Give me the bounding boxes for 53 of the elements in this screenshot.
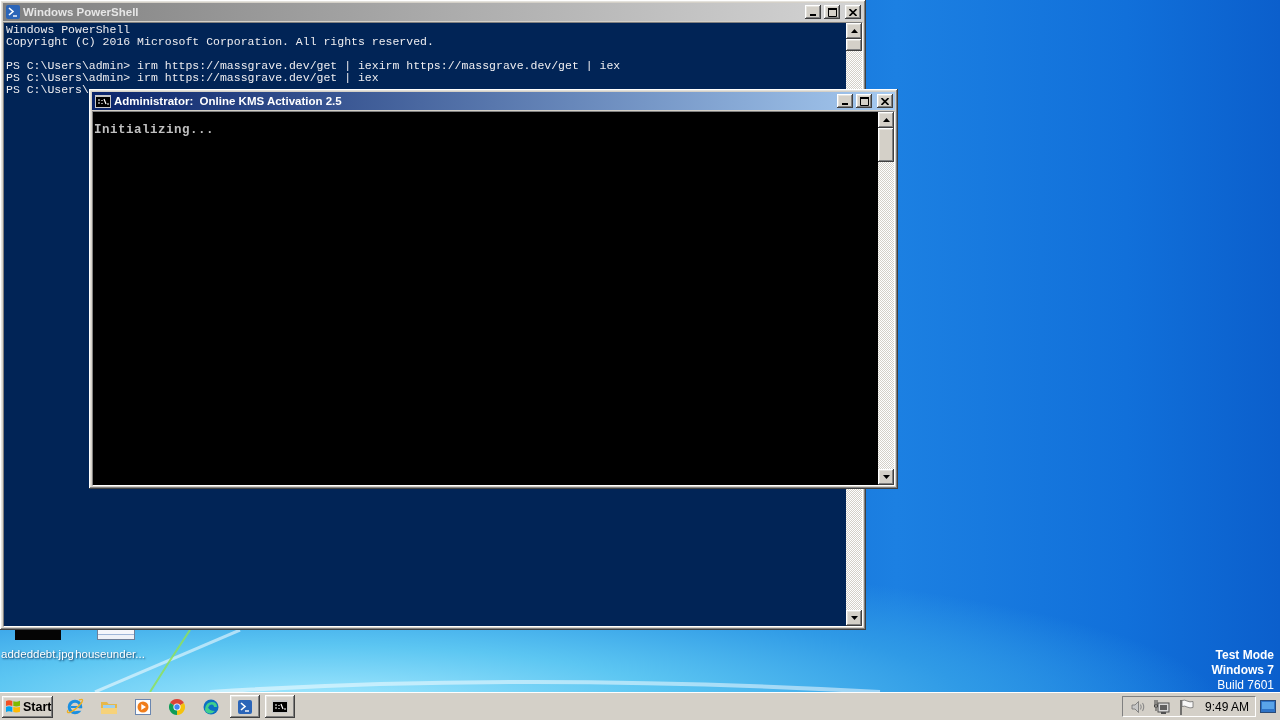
swirl-icon (203, 698, 219, 715)
screen-icon (1260, 700, 1276, 713)
maximize-icon (859, 96, 869, 106)
scrollbar-thumb[interactable] (846, 39, 862, 51)
document-icon[interactable] (97, 630, 135, 640)
console-icon (95, 94, 111, 108)
os-mode-text: Test Mode (1215, 648, 1274, 663)
window-title: Administrator: Online KMS Activation 2.5 (114, 94, 342, 108)
prompt-icon (6, 5, 20, 19)
speaker-icon (1131, 699, 1146, 714)
window-flag-icon (5, 699, 21, 714)
down-arrow-icon (882, 475, 890, 479)
scrollbar-thumb[interactable] (878, 128, 894, 162)
close-button[interactable] (877, 94, 893, 108)
maximize-button[interactable] (824, 5, 840, 19)
close-icon (881, 97, 889, 105)
minimize-icon (842, 103, 848, 105)
scroll-up-button[interactable] (846, 23, 862, 39)
clock-text[interactable]: 9:49 AM (1204, 699, 1249, 714)
flag-icon (1179, 698, 1194, 715)
console-line: PS C:\Users\admin> irm https://massgrave.dev/get | iex (6, 72, 379, 84)
console-icon (272, 700, 288, 713)
monitor-icon (1154, 698, 1170, 715)
window-title: Windows PowerShell (23, 5, 139, 19)
maximize-button[interactable] (856, 94, 872, 108)
taskbar-button[interactable] (230, 695, 260, 718)
minimize-button[interactable] (805, 5, 821, 19)
scroll-down-button[interactable] (878, 469, 894, 485)
start-button[interactable]: Start (2, 695, 53, 718)
scroll-up-button[interactable] (878, 112, 894, 128)
e-logo-icon (66, 698, 84, 715)
console-line: Windows PowerShell (6, 24, 131, 36)
prompt-icon (238, 699, 252, 714)
up-arrow-icon (850, 29, 858, 33)
down-arrow-icon (850, 616, 858, 620)
segmented-circle-icon (169, 698, 185, 715)
minimize-button[interactable] (837, 94, 853, 108)
console-line: Copyright (C) 2016 Microsoft Corporation. All rights reserved. (6, 36, 434, 48)
os-edition-text: Windows 7 (1211, 663, 1274, 678)
console-line: Initializing... (94, 124, 215, 136)
os-build-text: Build 7601 (1217, 678, 1274, 692)
console-line: PS C:\Users\ (6, 84, 89, 96)
taskbar-button[interactable] (265, 695, 295, 718)
close-button[interactable] (845, 5, 861, 19)
image-thumbnail-icon[interactable] (14, 630, 61, 640)
play-icon (135, 698, 151, 715)
console-line: PS C:\Users\admin> irm https://massgrave.dev/get | iexirm https://massgrave.dev/get | iex (6, 60, 621, 72)
scroll-down-button[interactable] (846, 610, 862, 626)
minimize-icon (810, 14, 816, 16)
maximize-icon (827, 7, 837, 17)
close-icon (849, 8, 857, 16)
up-arrow-icon (882, 118, 890, 122)
title-bar[interactable]: Administrator: Online KMS Activation 2.5 (92, 92, 895, 110)
